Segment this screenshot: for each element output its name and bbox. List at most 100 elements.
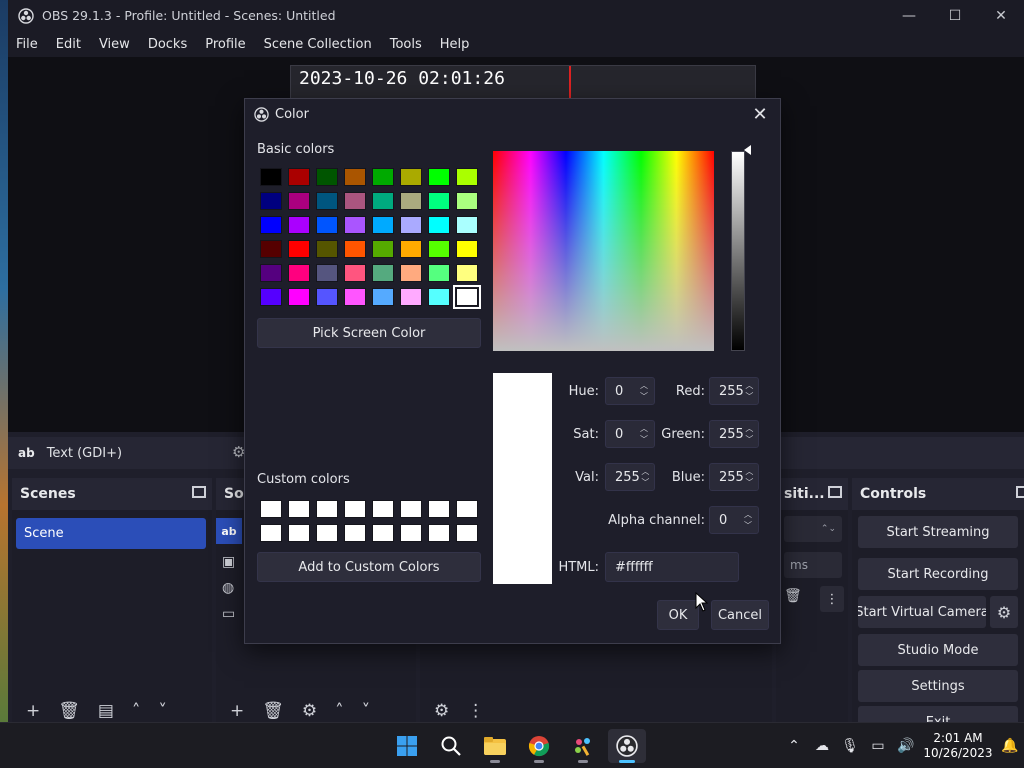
basic-color-swatch[interactable] [400,264,422,282]
basic-color-swatch[interactable] [456,192,478,210]
basic-color-swatch[interactable] [316,240,338,258]
chevron-up-icon[interactable]: ⌃ [780,738,808,754]
basic-color-swatch[interactable] [372,264,394,282]
basic-color-swatch[interactable] [456,216,478,234]
value-slider-handle-icon[interactable] [744,145,751,155]
basic-color-swatch[interactable] [428,264,450,282]
alpha-channel-spinbox[interactable]: 0 ︿ ﹀ [709,506,759,534]
basic-color-swatch[interactable] [428,192,450,210]
transition-select[interactable]: ⌃⌄ [784,516,842,542]
basic-color-swatch[interactable] [316,168,338,186]
spin-arrows-icon[interactable]: ︿ ﹀ [640,466,651,488]
undock-controls-icon[interactable] [1016,486,1024,498]
filter-icon[interactable]: ▤ [98,701,114,721]
move-up-icon[interactable]: ˄ [335,701,344,721]
basic-color-swatch[interactable] [260,216,282,234]
custom-color-slot[interactable] [344,524,366,542]
cancel-button[interactable]: Cancel [711,600,769,630]
blue-spinbox[interactable]: 255 ︿ ﹀ [709,463,759,491]
close-icon[interactable]: ✕ [748,103,772,125]
spin-arrows-icon[interactable]: ︿ ﹀ [744,380,755,402]
studio-mode-button[interactable]: Studio Mode [858,634,1018,666]
basic-color-swatch[interactable] [428,240,450,258]
start-recording-button[interactable]: Start Recording [858,558,1018,590]
spin-arrows-icon[interactable]: ︿ ﹀ [741,509,755,531]
basic-color-swatch[interactable] [316,264,338,282]
custom-color-slot[interactable] [288,500,310,518]
custom-color-slot[interactable] [372,500,394,518]
menu-profile[interactable]: Profile [196,37,254,52]
obs-taskbar-icon[interactable] [608,729,646,763]
basic-color-swatch[interactable] [428,168,450,186]
basic-color-swatch[interactable] [372,192,394,210]
file-explorer-icon[interactable] [476,729,514,763]
basic-color-swatch[interactable] [288,264,310,282]
onedrive-cloud-icon[interactable]: ☁ [808,738,836,754]
taskbar-clock[interactable]: 2:01 AM 10/26/2023 [920,731,996,761]
basic-color-swatch[interactable] [428,216,450,234]
add-source-icon[interactable]: + [230,701,244,721]
basic-color-swatch[interactable] [288,168,310,186]
basic-color-swatch[interactable] [260,192,282,210]
custom-color-slot[interactable] [344,500,366,518]
basic-color-swatch[interactable] [316,192,338,210]
basic-color-swatch[interactable] [372,288,394,306]
basic-color-swatch[interactable] [288,192,310,210]
custom-color-slot[interactable] [456,500,478,518]
custom-color-slot[interactable] [428,524,450,542]
basic-color-swatch[interactable] [372,240,394,258]
sat-spinbox[interactable]: 0 ︿ ﹀ [605,420,655,448]
basic-color-swatch[interactable] [260,240,282,258]
basic-color-swatch[interactable] [344,288,366,306]
basic-color-swatch[interactable] [400,168,422,186]
custom-color-slot[interactable] [288,524,310,542]
basic-color-swatch[interactable] [456,168,478,186]
hue-saturation-spectrum[interactable] [493,151,714,351]
more-options-icon[interactable]: ⋮ [467,701,484,721]
green-spinbox[interactable]: 255 ︿ ﹀ [709,420,759,448]
start-virtual-camera-button[interactable]: Start Virtual Camera [858,596,986,628]
basic-color-swatch[interactable] [288,216,310,234]
basic-color-swatch[interactable] [316,216,338,234]
basic-color-swatch[interactable] [344,216,366,234]
start-streaming-button[interactable]: Start Streaming [858,516,1018,548]
value-slider[interactable] [731,151,745,351]
move-down-icon[interactable]: ˅ [362,701,371,721]
spin-arrows-icon[interactable]: ︿ ﹀ [744,466,755,488]
source-settings-gear-icon[interactable]: ⚙ [302,701,317,721]
spin-arrows-icon[interactable]: ︿ ﹀ [744,423,755,445]
microphone-icon[interactable]: 🎙 [836,738,864,754]
pick-screen-color-button[interactable]: Pick Screen Color [257,318,481,348]
hue-spinbox[interactable]: 0 ︿ ﹀ [605,377,655,405]
red-spinbox[interactable]: 255 ︿ ﹀ [709,377,759,405]
close-window-button[interactable]: ✕ [978,0,1024,31]
image-icon[interactable]: ▣ [222,554,242,570]
basic-color-swatch[interactable] [260,168,282,186]
custom-color-slot[interactable] [260,500,282,518]
menu-docks[interactable]: Docks [139,37,196,52]
custom-color-slot[interactable] [372,524,394,542]
custom-color-slot[interactable] [400,500,422,518]
paint-app-icon[interactable] [564,729,602,763]
basic-color-swatch[interactable] [372,168,394,186]
basic-color-swatch[interactable] [344,264,366,282]
menu-scene-collection[interactable]: Scene Collection [255,37,381,52]
menu-file[interactable]: File [8,37,47,52]
basic-color-swatch[interactable] [400,240,422,258]
settings-button[interactable]: Settings [858,670,1018,702]
val-spinbox[interactable]: 255 ︿ ﹀ [605,463,655,491]
basic-color-swatch[interactable] [344,168,366,186]
add-icon[interactable]: + [26,701,40,721]
basic-color-swatch[interactable] [400,192,422,210]
chevron-down-icon[interactable]: ˅ [158,701,167,721]
remove-source-trash-icon[interactable]: 🗑 [262,701,284,721]
add-to-custom-colors-button[interactable]: Add to Custom Colors [257,552,481,582]
network-icon[interactable]: ▭ [864,738,892,754]
custom-color-slot[interactable] [428,500,450,518]
basic-color-swatch[interactable] [260,288,282,306]
custom-color-slot[interactable] [400,524,422,542]
custom-color-slot[interactable] [260,524,282,542]
virtual-camera-gear-icon[interactable]: ⚙ [990,596,1018,628]
custom-color-slot[interactable] [316,524,338,542]
menu-view[interactable]: View [90,37,139,52]
